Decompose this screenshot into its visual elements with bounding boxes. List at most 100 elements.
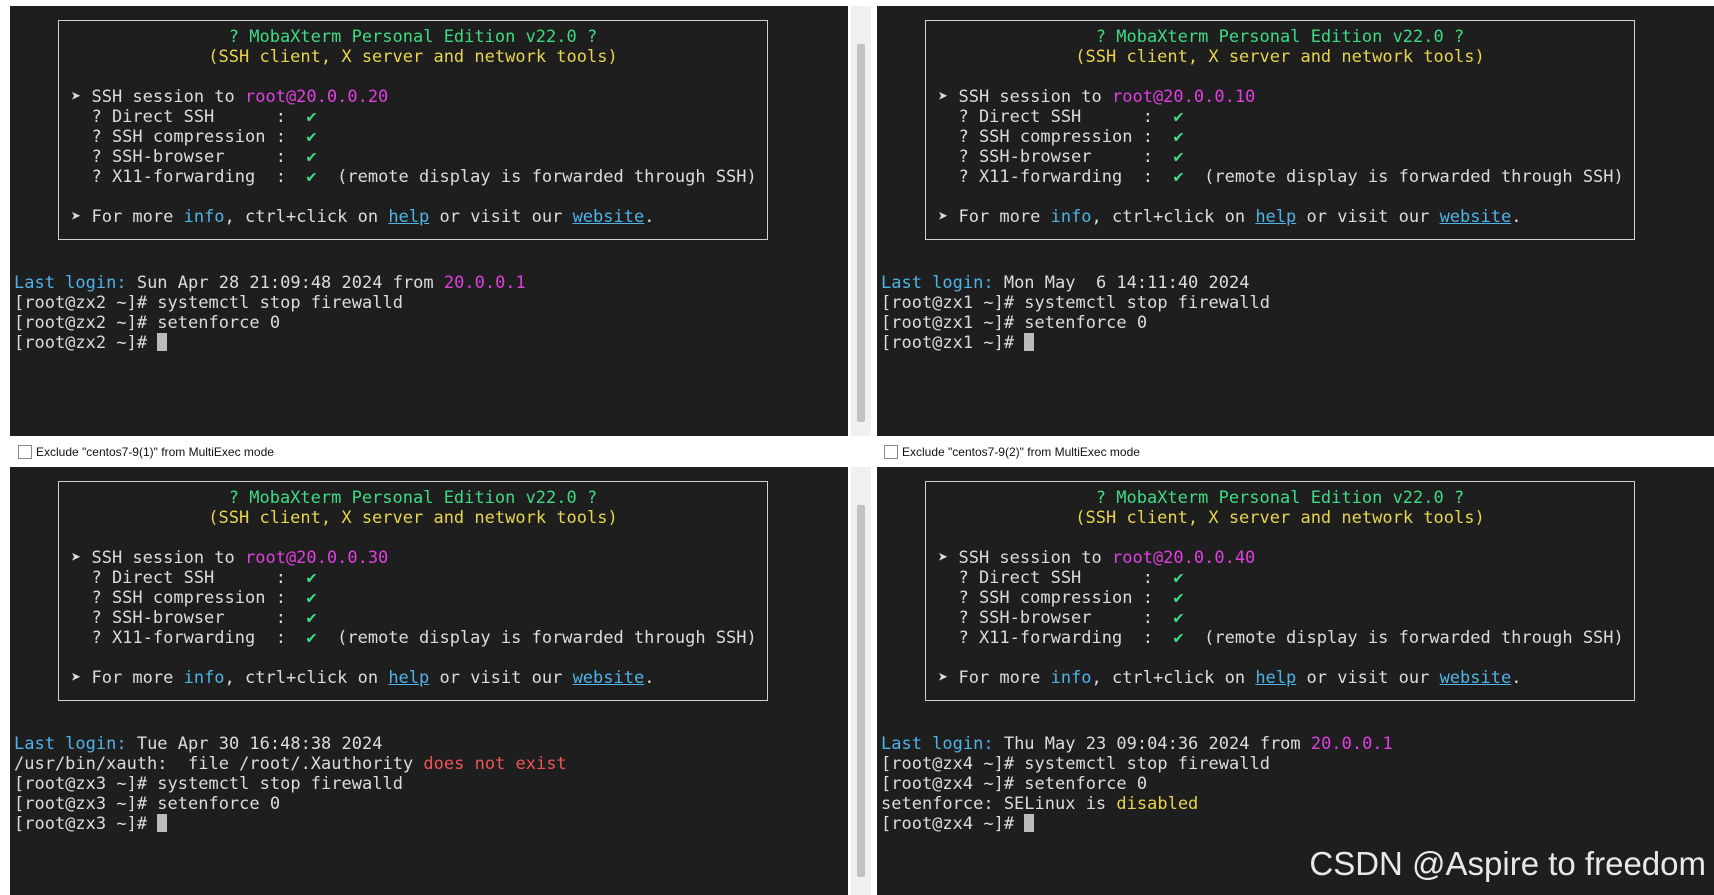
banner-title: ? MobaXterm Personal Edition v22.0 ? bbox=[228, 488, 598, 508]
last-login-line: Last login: Tue Apr 30 16:48:38 2024 bbox=[14, 734, 383, 754]
exclude-checkbox[interactable] bbox=[18, 445, 32, 459]
opt-x11-forwarding: ? X11-forwarding : ✔ (remote display is … bbox=[71, 628, 757, 648]
prompt-line[interactable]: [root@zx1 ~]# bbox=[881, 333, 1035, 353]
check-icon: ✔ bbox=[306, 568, 317, 588]
session-host: root@20.0.0.40 bbox=[1112, 548, 1256, 568]
cursor bbox=[1024, 333, 1035, 351]
terminal-pane-top-right[interactable]: ? MobaXterm Personal Edition v22.0 ? (SS… bbox=[877, 6, 1714, 436]
banner-subtitle: (SSH client, X server and network tools) bbox=[208, 47, 618, 67]
opt-ssh-browser: ? SSH-browser : ✔ bbox=[938, 147, 1184, 167]
exclude-multiexec-right[interactable]: Exclude "centos7-9(2)" from MultiExec mo… bbox=[884, 444, 1140, 460]
prompt-line[interactable]: [root@zx4 ~]# bbox=[881, 814, 1035, 834]
more-info-line: ➤ For more info, ctrl+click on help or v… bbox=[938, 207, 1522, 227]
help-link[interactable]: help bbox=[1255, 207, 1296, 227]
terminal-pane-top-left[interactable]: ? MobaXterm Personal Edition v22.0 ? (SS… bbox=[10, 6, 848, 436]
command-line: [root@zx4 ~]# systemctl stop firewalld bbox=[881, 754, 1270, 774]
cursor bbox=[157, 333, 168, 351]
website-link[interactable]: website bbox=[573, 668, 645, 688]
check-icon: ✔ bbox=[306, 167, 317, 187]
help-link[interactable]: help bbox=[388, 668, 429, 688]
check-icon: ✔ bbox=[306, 628, 317, 648]
welcome-banner: ? MobaXterm Personal Edition v22.0 ? (SS… bbox=[925, 481, 1635, 701]
scrollbar-top-left[interactable] bbox=[851, 6, 871, 436]
opt-direct-ssh: ? Direct SSH : ✔ bbox=[71, 107, 317, 127]
session-line: ➤ SSH session to root@20.0.0.10 bbox=[938, 87, 1256, 107]
banner-title: ? MobaXterm Personal Edition v22.0 ? bbox=[1095, 488, 1465, 508]
session-host: root@20.0.0.30 bbox=[245, 548, 389, 568]
session-host: root@20.0.0.20 bbox=[245, 87, 389, 107]
command-line: [root@zx3 ~]# setenforce 0 bbox=[14, 794, 281, 814]
banner-title: ? MobaXterm Personal Edition v22.0 ? bbox=[1095, 27, 1465, 47]
exclude-multiexec-left[interactable]: Exclude "centos7-9(1)" from MultiExec mo… bbox=[18, 444, 274, 460]
check-icon: ✔ bbox=[1173, 608, 1184, 628]
last-login-line: Last login: Sun Apr 28 21:09:48 2024 fro… bbox=[14, 273, 526, 293]
opt-x11-forwarding: ? X11-forwarding : ✔ (remote display is … bbox=[938, 167, 1624, 187]
website-link[interactable]: website bbox=[1440, 207, 1512, 227]
xauth-warning-line: /usr/bin/xauth: file /root/.Xauthority d… bbox=[14, 754, 567, 774]
scrollbar-thumb[interactable] bbox=[857, 44, 865, 422]
banner-subtitle: (SSH client, X server and network tools) bbox=[1075, 508, 1485, 528]
banner-subtitle: (SSH client, X server and network tools) bbox=[1075, 47, 1485, 67]
opt-ssh-compression: ? SSH compression : ✔ bbox=[938, 127, 1184, 147]
scrollbar-bottom-left[interactable] bbox=[851, 467, 871, 895]
check-icon: ✔ bbox=[306, 608, 317, 628]
check-icon: ✔ bbox=[306, 127, 317, 147]
welcome-banner: ? MobaXterm Personal Edition v22.0 ? (SS… bbox=[58, 481, 768, 701]
opt-ssh-compression: ? SSH compression : ✔ bbox=[938, 588, 1184, 608]
opt-ssh-compression: ? SSH compression : ✔ bbox=[71, 588, 317, 608]
opt-x11-forwarding: ? X11-forwarding : ✔ (remote display is … bbox=[71, 167, 757, 187]
session-line: ➤ SSH session to root@20.0.0.20 bbox=[71, 87, 389, 107]
opt-ssh-browser: ? SSH-browser : ✔ bbox=[938, 608, 1184, 628]
more-info-line: ➤ For more info, ctrl+click on help or v… bbox=[71, 668, 655, 688]
terminal-pane-bottom-right[interactable]: ? MobaXterm Personal Edition v22.0 ? (SS… bbox=[877, 467, 1714, 895]
selinux-status-line: setenforce: SELinux is disabled bbox=[881, 794, 1199, 814]
check-icon: ✔ bbox=[306, 107, 317, 127]
session-host: root@20.0.0.10 bbox=[1112, 87, 1256, 107]
help-link[interactable]: help bbox=[1255, 668, 1296, 688]
opt-ssh-browser: ? SSH-browser : ✔ bbox=[71, 147, 317, 167]
info-link[interactable]: info bbox=[184, 668, 225, 688]
check-icon: ✔ bbox=[1173, 167, 1184, 187]
command-line: [root@zx1 ~]# setenforce 0 bbox=[881, 313, 1148, 333]
check-icon: ✔ bbox=[306, 147, 317, 167]
prompt-line[interactable]: [root@zx2 ~]# bbox=[14, 333, 168, 353]
check-icon: ✔ bbox=[1173, 107, 1184, 127]
last-login-line: Last login: Thu May 23 09:04:36 2024 fro… bbox=[881, 734, 1393, 754]
terminal-pane-bottom-left[interactable]: ? MobaXterm Personal Edition v22.0 ? (SS… bbox=[10, 467, 848, 895]
exclude-label: Exclude "centos7-9(1)" from MultiExec mo… bbox=[36, 445, 274, 459]
opt-x11-forwarding: ? X11-forwarding : ✔ (remote display is … bbox=[938, 628, 1624, 648]
opt-ssh-compression: ? SSH compression : ✔ bbox=[71, 127, 317, 147]
welcome-banner: ? MobaXterm Personal Edition v22.0 ? (SS… bbox=[58, 20, 768, 240]
more-info-line: ➤ For more info, ctrl+click on help or v… bbox=[938, 668, 1522, 688]
cursor bbox=[1024, 814, 1035, 832]
more-info-line: ➤ For more info, ctrl+click on help or v… bbox=[71, 207, 655, 227]
website-link[interactable]: website bbox=[573, 207, 645, 227]
opt-direct-ssh: ? Direct SSH : ✔ bbox=[938, 568, 1184, 588]
banner-title: ? MobaXterm Personal Edition v22.0 ? bbox=[228, 27, 598, 47]
exclude-checkbox[interactable] bbox=[884, 445, 898, 459]
command-line: [root@zx2 ~]# setenforce 0 bbox=[14, 313, 281, 333]
info-link[interactable]: info bbox=[1051, 668, 1092, 688]
scrollbar-thumb[interactable] bbox=[857, 505, 865, 877]
command-line: [root@zx3 ~]# systemctl stop firewalld bbox=[14, 774, 403, 794]
check-icon: ✔ bbox=[1173, 127, 1184, 147]
check-icon: ✔ bbox=[1173, 628, 1184, 648]
command-line: [root@zx2 ~]# systemctl stop firewalld bbox=[14, 293, 403, 313]
command-line: [root@zx4 ~]# setenforce 0 bbox=[881, 774, 1148, 794]
check-icon: ✔ bbox=[306, 588, 317, 608]
check-icon: ✔ bbox=[1173, 588, 1184, 608]
exclude-label: Exclude "centos7-9(2)" from MultiExec mo… bbox=[902, 445, 1140, 459]
welcome-banner: ? MobaXterm Personal Edition v22.0 ? (SS… bbox=[925, 20, 1635, 240]
website-link[interactable]: website bbox=[1440, 668, 1512, 688]
session-line: ➤ SSH session to root@20.0.0.40 bbox=[938, 548, 1256, 568]
command-line: [root@zx1 ~]# systemctl stop firewalld bbox=[881, 293, 1270, 313]
banner-subtitle: (SSH client, X server and network tools) bbox=[208, 508, 618, 528]
help-link[interactable]: help bbox=[388, 207, 429, 227]
opt-ssh-browser: ? SSH-browser : ✔ bbox=[71, 608, 317, 628]
check-icon: ✔ bbox=[1173, 568, 1184, 588]
prompt-line[interactable]: [root@zx3 ~]# bbox=[14, 814, 168, 834]
info-link[interactable]: info bbox=[1051, 207, 1092, 227]
info-link[interactable]: info bbox=[184, 207, 225, 227]
session-line: ➤ SSH session to root@20.0.0.30 bbox=[71, 548, 389, 568]
last-login-line: Last login: Mon May 6 14:11:40 2024 bbox=[881, 273, 1250, 293]
